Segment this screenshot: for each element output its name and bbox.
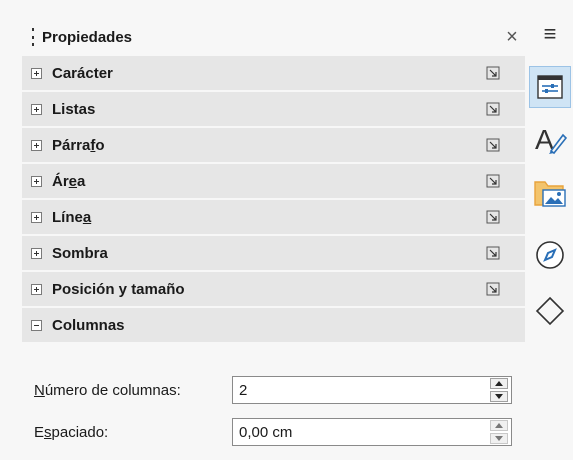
spacing-row: Espaciado: 0,00 cm	[34, 418, 514, 446]
sidebar-deck: Propiedades × Carácter Listas Párrafo Ár…	[0, 0, 527, 460]
panel-parrafo[interactable]: Párrafo	[22, 128, 525, 164]
arrow-up-icon	[495, 381, 503, 386]
panel-sombra[interactable]: Sombra	[22, 236, 525, 272]
sidebar-tabbar: ≡ A	[527, 0, 573, 460]
arrow-down-icon	[495, 436, 503, 441]
gallery-icon	[534, 181, 566, 207]
gallery-tab[interactable]	[529, 172, 571, 214]
panel-label: Área	[52, 172, 86, 190]
panel-label: Posición y tamaño	[52, 280, 185, 298]
decrement-button[interactable]	[490, 433, 508, 444]
columns-panel-body: Número de columnas: 2 Espaciado: 0,00 cm	[22, 368, 525, 460]
expand-icon[interactable]	[31, 139, 42, 151]
decrement-button[interactable]	[490, 391, 508, 402]
more-options-icon[interactable]	[485, 209, 501, 225]
panel-columnas[interactable]: Columnas	[22, 308, 525, 344]
spacing-value[interactable]: 0,00 cm	[233, 424, 490, 441]
panel-label: Columnas	[52, 316, 125, 334]
more-options-icon[interactable]	[485, 65, 501, 81]
spacing-spinbox[interactable]: 0,00 cm	[232, 418, 512, 446]
number-of-columns-label: Número de columnas:	[34, 381, 181, 399]
panel-listas[interactable]: Listas	[22, 92, 525, 128]
menu-button[interactable]: ≡	[529, 16, 571, 52]
expand-icon[interactable]	[31, 211, 42, 223]
close-button[interactable]: ×	[499, 24, 525, 50]
panel-caracter[interactable]: Carácter	[22, 56, 525, 92]
increment-button[interactable]	[490, 420, 508, 431]
expand-icon[interactable]	[31, 67, 42, 79]
shapes-tab[interactable]	[529, 290, 571, 332]
panel-label: Sombra	[52, 244, 108, 262]
more-options-icon[interactable]	[485, 173, 501, 189]
number-of-columns-spinbox[interactable]: 2	[232, 376, 512, 404]
increment-button[interactable]	[490, 378, 508, 389]
panel-label: Línea	[52, 208, 92, 226]
deck-titlebar: Propiedades ×	[22, 22, 525, 52]
panel-list: Carácter Listas Párrafo Área Línea Sombr…	[22, 56, 525, 344]
navigator-icon	[536, 241, 564, 269]
more-options-icon[interactable]	[485, 281, 501, 297]
properties-icon	[537, 75, 563, 99]
expand-icon[interactable]	[31, 103, 42, 115]
properties-tab[interactable]	[529, 66, 571, 108]
styles-icon: A	[535, 124, 567, 155]
styles-tab[interactable]: A	[529, 118, 571, 160]
navigator-tab[interactable]	[529, 234, 571, 276]
more-options-icon[interactable]	[485, 137, 501, 153]
more-options-icon[interactable]	[485, 245, 501, 261]
expand-icon[interactable]	[31, 283, 42, 295]
grip-handle[interactable]	[30, 28, 36, 46]
expand-icon[interactable]	[31, 175, 42, 187]
expand-icon[interactable]	[31, 247, 42, 259]
shapes-icon	[535, 296, 565, 326]
panel-posicion-tamano[interactable]: Posición y tamaño	[22, 272, 525, 308]
arrow-up-icon	[495, 423, 503, 428]
deck-title: Propiedades	[42, 28, 133, 46]
more-options-icon[interactable]	[485, 101, 501, 117]
panel-linea[interactable]: Línea	[22, 200, 525, 236]
number-of-columns-row: Número de columnas: 2	[34, 376, 514, 404]
arrow-down-icon	[495, 394, 503, 399]
collapse-icon[interactable]	[31, 319, 42, 331]
number-of-columns-value[interactable]: 2	[233, 382, 490, 399]
panel-label: Carácter	[52, 64, 113, 82]
panel-label: Listas	[52, 100, 96, 118]
spacing-label: Espaciado:	[34, 423, 109, 441]
panel-area[interactable]: Área	[22, 164, 525, 200]
panel-label: Párrafo	[52, 136, 105, 154]
